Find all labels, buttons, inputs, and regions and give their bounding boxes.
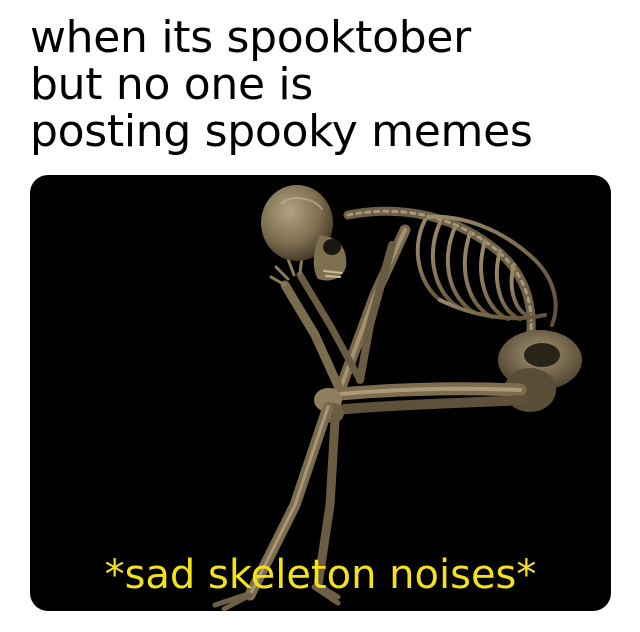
skeleton-figure [212,185,582,611]
top-caption: when its spooktober but no one is postin… [30,14,630,155]
top-caption-line-3: posting spooky memes [30,106,533,157]
image-panel: *sad skeleton noises* [30,175,611,611]
meme-canvas: when its spooktober but no one is postin… [0,0,640,632]
sad-skeleton-illustration [212,185,582,611]
bottom-caption: *sad skeleton noises* [104,552,537,598]
top-caption-line-2: but no one is [30,59,313,110]
top-caption-line-1: when its spooktober [30,12,471,63]
skull-icon [261,185,347,281]
